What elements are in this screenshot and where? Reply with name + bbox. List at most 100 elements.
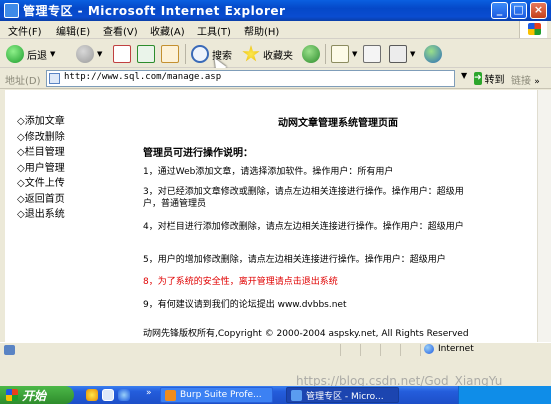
address-dropdown-icon[interactable]: ▼ (461, 71, 467, 80)
links-chevron-icon: » (534, 77, 540, 87)
maximize-button[interactable]: □ (510, 2, 527, 19)
quick-launch-ie-icon[interactable] (118, 389, 130, 401)
menu-help[interactable]: 帮助(H) (244, 23, 279, 38)
links-label: 链接 (511, 76, 531, 87)
menu-favorites[interactable]: 收藏(A) (150, 23, 185, 38)
toolbar: 后退 ▼ ▼ 搜索 收藏夹 ▼ ▼ (0, 40, 551, 68)
links-button[interactable]: 链接 » (511, 72, 540, 87)
taskbar-item-label: Burp Suite Profe... (180, 390, 262, 400)
status-divider (420, 344, 421, 356)
vertical-scrollbar[interactable] (537, 90, 551, 342)
status-divider (380, 344, 381, 356)
quick-launch-app-icon[interactable] (86, 389, 98, 401)
sidebar-item-user-manage[interactable]: ◇用户管理 (17, 161, 65, 177)
home-icon (161, 45, 179, 63)
instruction-4: 4，对栏目进行添加修改删除，请点左边相关连接进行操作。操作用户：超级用户 (143, 222, 464, 232)
menu-bar: 文件(F) 编辑(E) 查看(V) 收藏(A) 工具(T) 帮助(H) (0, 21, 551, 39)
toolbar-separator (325, 44, 326, 64)
stop-button[interactable] (113, 43, 131, 65)
favorites-button[interactable]: 收藏夹 (242, 43, 293, 65)
history-icon (302, 45, 320, 63)
ie-window: 管理专区 - Microsoft Internet Explorer _ □ ×… (0, 0, 551, 404)
sidebar-item-add-article[interactable]: ◇添加文章 (17, 114, 65, 130)
status-divider (340, 344, 341, 356)
edit-document-icon (389, 45, 407, 63)
address-input[interactable]: http://www.sql.com/manage.asp (46, 70, 455, 87)
refresh-icon (137, 45, 155, 63)
page-content: ◇添加文章 ◇修改删除 ◇栏目管理 ◇用户管理 ◇文件上传 ◇返回首页 ◇退出系… (5, 90, 537, 342)
go-button[interactable]: ➜ 转到 (474, 70, 505, 87)
sidebar-item-file-upload[interactable]: ◇文件上传 (17, 176, 65, 192)
edit-dropdown-icon[interactable]: ▼ (410, 50, 415, 58)
page-status-icon (4, 345, 15, 355)
taskbar-item-ie[interactable]: 管理专区 - Micro... (286, 387, 399, 403)
menu-view[interactable]: 查看(V) (103, 23, 138, 38)
address-bar: 地址(D) http://www.sql.com/manage.asp ▼ ➜ … (0, 68, 551, 89)
status-divider (360, 344, 361, 356)
refresh-button[interactable] (137, 43, 155, 65)
instruction-9: 9，有何建议请到我们的论坛提出 www.dvbbs.net (143, 300, 347, 310)
print-icon (363, 45, 381, 63)
back-dropdown-icon[interactable]: ▼ (50, 50, 55, 58)
menu-tools[interactable]: 工具(T) (197, 23, 231, 38)
security-zone: Internet (424, 344, 474, 354)
favorites-label: 收藏夹 (263, 50, 293, 62)
menu-file[interactable]: 文件(F) (8, 23, 42, 38)
forward-dropdown-icon[interactable]: ▼ (97, 50, 102, 58)
ie-app-icon (4, 3, 19, 18)
sidebar-item-home[interactable]: ◇返回首页 (17, 192, 65, 208)
burp-icon (165, 389, 176, 401)
back-arrow-icon (6, 45, 24, 63)
forward-button[interactable]: ▼ (76, 43, 102, 65)
address-label: 地址(D) (5, 76, 41, 87)
back-button[interactable]: 后退 ▼ (6, 43, 55, 65)
forward-arrow-icon (76, 45, 94, 63)
history-button[interactable] (302, 43, 320, 65)
instruction-3: 3，对已经添加文章修改或删除，请点左边相关连接进行操作。操作用户：超级用户，普通… (143, 187, 464, 209)
system-tray (458, 386, 551, 404)
page-title: 动网文章管理系统管理页面 (278, 118, 398, 129)
print-button[interactable] (363, 43, 381, 65)
favorites-star-icon (242, 45, 260, 62)
stop-icon (113, 45, 131, 63)
taskbar: 开始 » Burp Suite Profe... 管理专区 - Micro... (0, 386, 551, 404)
windows-logo-icon (6, 389, 18, 401)
quick-launch-chevron-icon[interactable]: » (146, 388, 152, 398)
close-button[interactable]: × (530, 2, 547, 19)
address-url[interactable]: http://www.sql.com/manage.asp (64, 72, 221, 82)
go-arrow-icon: ➜ (474, 72, 482, 85)
back-label: 后退 (27, 50, 47, 62)
page-icon (49, 73, 60, 84)
menu-edit[interactable]: 编辑(E) (56, 23, 90, 38)
toolbar-separator (185, 44, 186, 64)
minimize-button[interactable]: _ (491, 2, 508, 19)
start-button[interactable]: 开始 (0, 386, 74, 404)
status-bar: Internet (0, 342, 551, 356)
section-heading: 管理员可进行操作说明： (143, 148, 253, 159)
sidebar-item-logout[interactable]: ◇退出系统 (17, 207, 65, 223)
messenger-icon (424, 45, 442, 63)
edit-button[interactable]: ▼ (389, 43, 415, 65)
mail-button[interactable]: ▼ (331, 43, 357, 65)
title-bar[interactable]: 管理专区 - Microsoft Internet Explorer _ □ × (0, 0, 551, 21)
zone-label: Internet (438, 344, 474, 354)
taskbar-item-label: 管理专区 - Micro... (306, 391, 384, 402)
instruction-5: 5，用户的增加修改删除，请点左边相关连接进行操作。操作用户：超级用户 (143, 255, 446, 265)
security-warning: 8，为了系统的安全性，离开管理请点击退出系统 (143, 277, 338, 287)
start-label: 开始 (22, 388, 47, 403)
mail-dropdown-icon[interactable]: ▼ (352, 50, 357, 58)
home-button[interactable] (161, 43, 179, 65)
internet-globe-icon (424, 344, 434, 354)
instruction-1: 1，通过Web添加文章，请选择添加软件。操作用户：所有用户 (143, 167, 394, 177)
search-magnifier-icon (191, 45, 209, 63)
main-panel: 动网文章管理系统管理页面 管理员可进行操作说明： 1，通过Web添加文章，请选择… (143, 114, 533, 339)
sidebar-item-edit-delete[interactable]: ◇修改删除 (17, 130, 65, 146)
go-label: 转到 (484, 75, 505, 86)
messenger-button[interactable] (424, 43, 442, 65)
mail-icon (331, 45, 349, 63)
taskbar-item-burp[interactable]: Burp Suite Profe... (160, 387, 273, 403)
window-title: 管理专区 - Microsoft Internet Explorer (23, 4, 286, 18)
sidebar-item-column-manage[interactable]: ◇栏目管理 (17, 145, 65, 161)
quick-launch-desktop-icon[interactable] (102, 389, 114, 401)
windows-flag-icon (519, 21, 547, 38)
